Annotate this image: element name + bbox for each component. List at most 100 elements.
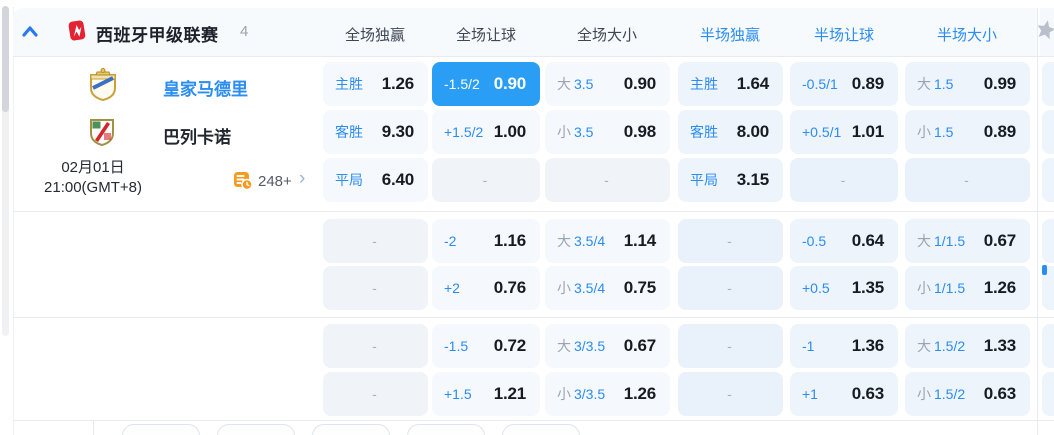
odds-cell[interactable]: 小 1.5/2 0.63: [905, 372, 1030, 416]
odds-cell: -: [678, 324, 783, 368]
odds-cell[interactable]: 小 3.5 0.98: [545, 110, 670, 154]
odds-cell[interactable]: +2 0.76: [432, 266, 540, 310]
extra-markets-icon: [234, 172, 253, 191]
odds-cell[interactable]: +0.5/1 1.01: [790, 110, 898, 154]
odds-label: 客胜: [335, 124, 363, 140]
odds-cell[interactable]: 小 1.5 0.89: [905, 110, 1030, 154]
empty-odds-dash: -: [727, 280, 732, 296]
over-under-prefix: 大: [557, 338, 571, 354]
line-value: 1.5: [934, 76, 954, 92]
odds-cell: -: [323, 219, 428, 263]
line-value: 3.5/4: [574, 233, 606, 249]
over-under-prefix: 大: [557, 76, 571, 92]
odds-cell[interactable]: 客胜 9.30: [323, 110, 428, 154]
odds-value: 0.67: [983, 231, 1016, 250]
odds-label: 大 1.5/2: [917, 336, 965, 356]
odds-cell: -: [678, 219, 783, 263]
cutoff-tab-pill[interactable]: [217, 424, 295, 435]
match-time: 21:00(GMT+8): [44, 179, 142, 196]
odds-cell[interactable]: 平局 3.15: [678, 158, 783, 202]
odds-cell[interactable]: 客胜 8.00: [678, 110, 783, 154]
odds-cell[interactable]: 大 3/3.5 0.67: [545, 324, 670, 368]
extra-markets-chevron-icon[interactable]: ›: [299, 168, 305, 190]
column-header-half-handicap[interactable]: 半场让球: [784, 24, 904, 45]
column-header-half-overunder[interactable]: 半场大小: [907, 24, 1027, 45]
odds-label: 小 3.5/4: [557, 278, 605, 298]
collapse-chevron-up-icon[interactable]: [19, 21, 41, 43]
cutoff-odds-cell: [1042, 158, 1054, 202]
odds-cell[interactable]: 大 1/1.5 0.67: [905, 219, 1030, 263]
odds-cell[interactable]: -1.5/2 0.90: [432, 62, 540, 106]
cutoff-tab-pill[interactable]: [122, 424, 200, 435]
odds-cell[interactable]: +0.5 1.35: [790, 266, 898, 310]
over-under-prefix: 小: [557, 280, 571, 296]
odds-cell[interactable]: +1 0.63: [790, 372, 898, 416]
odds-cell[interactable]: -1 1.36: [790, 324, 898, 368]
odds-cell[interactable]: 大 1.5/2 1.33: [905, 324, 1030, 368]
pin-star-icon[interactable]: [1036, 19, 1054, 41]
odds-label: +2: [444, 280, 460, 296]
odds-cell[interactable]: 大 3.5/4 1.14: [545, 219, 670, 263]
odds-label: +0.5: [802, 280, 830, 296]
extra-markets-count[interactable]: 248+: [258, 173, 292, 190]
match-datetime: 02月01日 21:00(GMT+8): [13, 158, 173, 198]
odds-label: 平局: [690, 172, 718, 188]
over-under-prefix: 小: [917, 280, 931, 296]
odds-value: 1.33: [983, 336, 1016, 355]
scrollbar-thumb[interactable]: [2, 6, 9, 112]
odds-value: 1.36: [851, 336, 884, 355]
line-value: 1.5/2: [934, 338, 966, 354]
line-value: 1.5: [934, 124, 954, 140]
column-header-full-win: 全场独赢: [344, 27, 405, 44]
odds-cell[interactable]: 小 3/3.5 1.26: [545, 372, 670, 416]
odds-cell[interactable]: -0.5 0.64: [790, 219, 898, 263]
cutoff-tab-pill[interactable]: [407, 424, 485, 435]
odds-cell[interactable]: 小 1/1.5 1.26: [905, 266, 1030, 310]
cutoff-right-text-fragment: [1042, 265, 1047, 275]
odds-cell[interactable]: -0.5/1 0.89: [790, 62, 898, 106]
away-team-crest: [90, 119, 114, 146]
odds-cell[interactable]: 小 3.5/4 0.75: [545, 266, 670, 310]
odds-label: +1: [802, 386, 818, 402]
odds-board: 西班牙甲级联赛 4 全场独赢 全场让球 全场大小 半场独赢 半场让球 半场大小 …: [0, 0, 1054, 435]
odds-cell[interactable]: -2 1.16: [432, 219, 540, 263]
odds-label: 小 1.5/2: [917, 384, 965, 404]
cutoff-tab-pill[interactable]: [312, 424, 390, 435]
column-header-half-win[interactable]: 半场独赢: [670, 24, 790, 45]
odds-label: -1.5: [444, 338, 469, 354]
home-team-name[interactable]: 皇家马德里: [163, 75, 248, 100]
odds-cell: -: [678, 372, 783, 416]
home-team-crest: [90, 68, 116, 102]
empty-odds-dash: -: [727, 338, 732, 354]
odds-cell[interactable]: 平局 6.40: [323, 158, 428, 202]
odds-value: 6.40: [381, 170, 414, 189]
odds-cell[interactable]: 主胜 1.64: [678, 62, 783, 106]
odds-value: 0.90: [493, 74, 526, 93]
odds-cell: -: [323, 324, 428, 368]
empty-odds-dash: -: [964, 172, 969, 188]
odds-cell: -: [790, 158, 898, 202]
odds-value: 8.00: [736, 122, 769, 141]
cutoff-tab-pill[interactable]: [502, 424, 580, 435]
odds-cell[interactable]: -1.5 0.72: [432, 324, 540, 368]
odds-cell[interactable]: +1.5 1.21: [432, 372, 540, 416]
odds-cell[interactable]: 大 3.5 0.90: [545, 62, 670, 106]
odds-cell[interactable]: 大 1.5 0.99: [905, 62, 1030, 106]
line-value: 1/1.5: [934, 280, 966, 296]
odds-value: 0.63: [983, 384, 1016, 403]
away-team-name[interactable]: 巴列卡诺: [163, 123, 231, 148]
line-value: 3/3.5: [574, 386, 606, 402]
league-title: 西班牙甲级联赛: [96, 26, 219, 45]
cutoff-odds-cell: [1042, 372, 1054, 416]
laliga-league-icon: [68, 20, 86, 41]
odds-label: 客胜: [690, 124, 718, 140]
empty-odds-dash: -: [372, 280, 377, 296]
odds-cell[interactable]: 主胜 1.26: [323, 62, 428, 106]
odds-value: 0.76: [493, 278, 526, 297]
league-match-count: 4: [240, 23, 249, 40]
odds-value: 1.16: [493, 231, 526, 250]
odds-cell[interactable]: +1.5/2 1.00: [432, 110, 540, 154]
odds-value: 1.26: [623, 384, 656, 403]
odds-cell: -: [905, 158, 1030, 202]
empty-odds-dash: -: [604, 172, 609, 188]
